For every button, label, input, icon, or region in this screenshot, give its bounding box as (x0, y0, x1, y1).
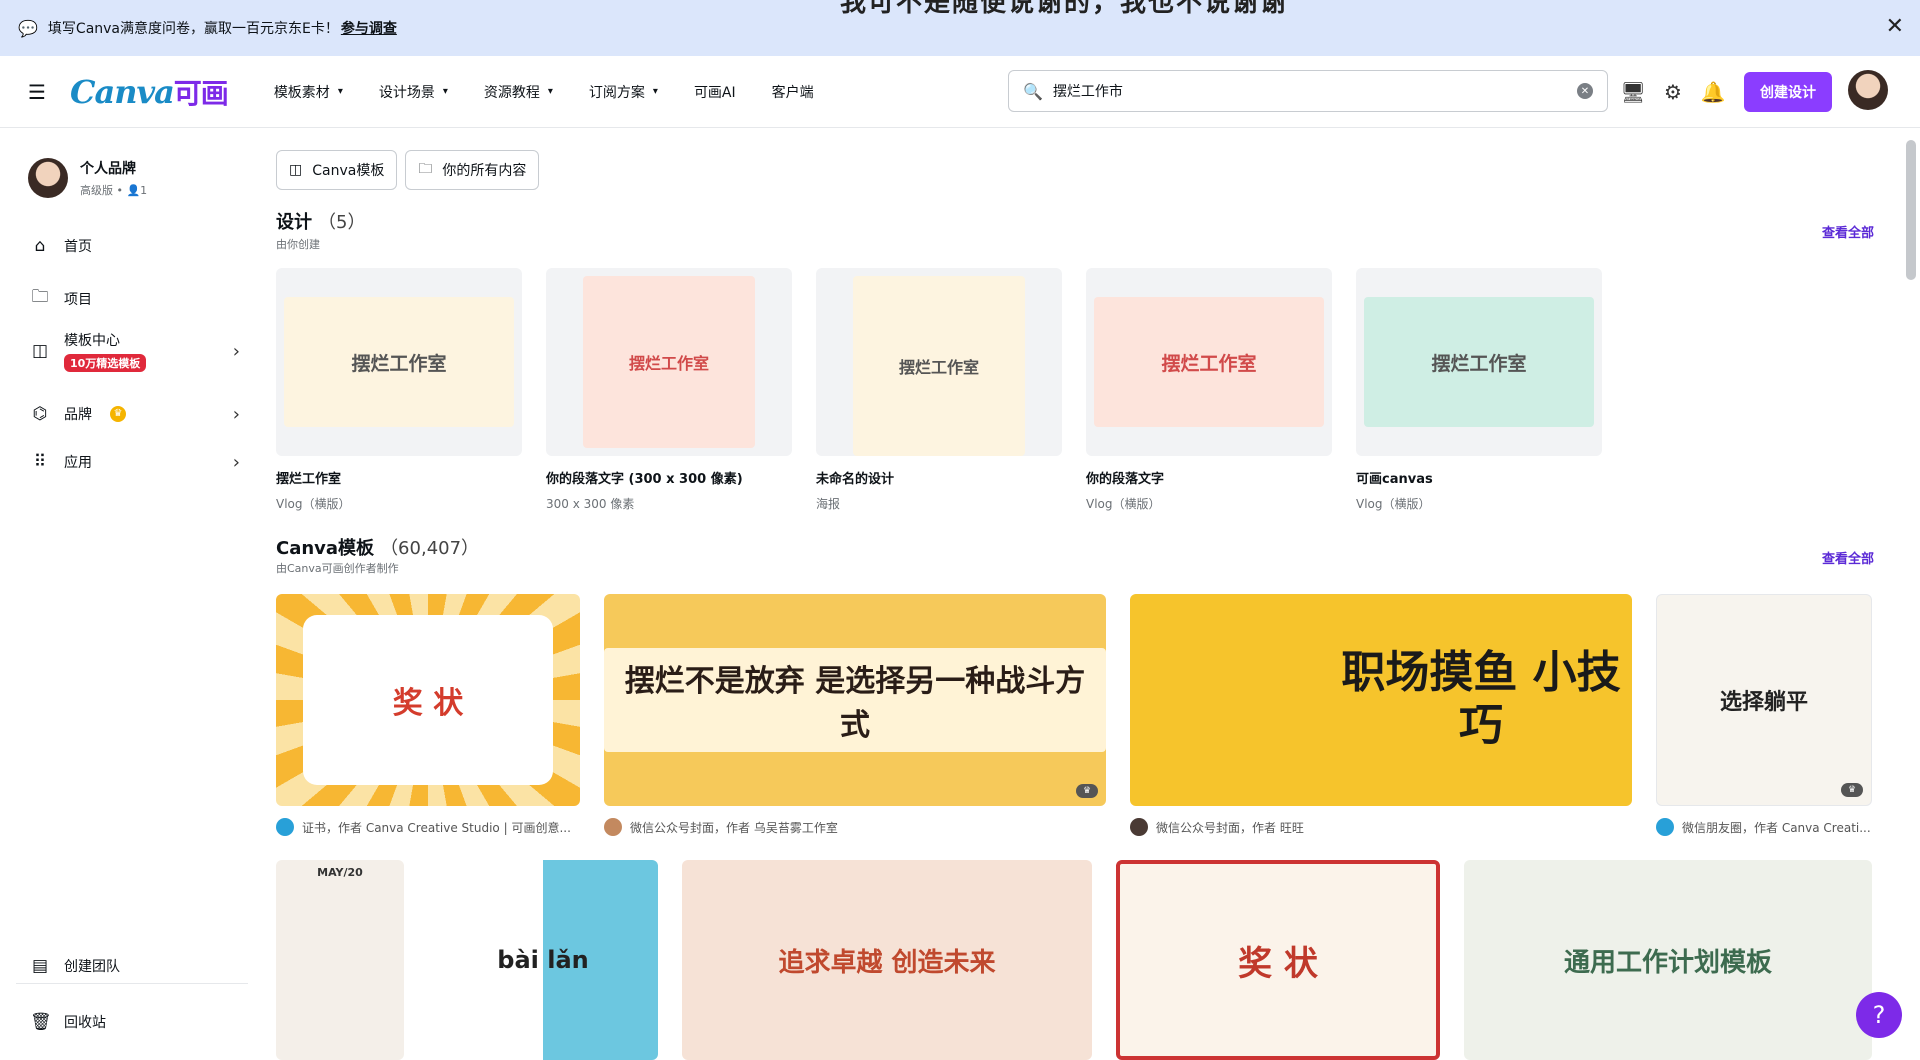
design-thumbnail: 摆烂工作室 (546, 268, 792, 456)
scrollbar[interactable] (1906, 140, 1916, 280)
filter-canva-templates[interactable]: ◫ Canva模板 (276, 150, 398, 190)
sidebar-divider (16, 983, 248, 984)
chevron-right-icon: › (232, 340, 240, 362)
sidebar-item-home[interactable]: ⌂ 首页 (30, 236, 240, 256)
sidebar-item-trash[interactable]: 🗑 回收站 (30, 1012, 240, 1032)
chevron-right-icon: › (232, 403, 240, 425)
template-thumbnail: 奖 状 (276, 594, 580, 806)
folder-icon: 🗀 (31, 287, 49, 307)
crown-icon: ♛ (110, 406, 126, 422)
help-button[interactable]: ? (1856, 992, 1902, 1038)
team-icon: ▤ (31, 956, 49, 976)
design-card[interactable]: 摆烂工作室 未命名的设计 海报 (816, 268, 1062, 512)
avatar (28, 158, 68, 198)
design-thumbnail: 摆烂工作室 (1086, 268, 1332, 456)
sidebar-item-brand[interactable]: ⌬ 品牌 ♛ › (30, 403, 240, 425)
desktop-icon[interactable]: 🖥 (1620, 72, 1645, 112)
template-thumbnail: 职场摸鱼 小技巧 (1130, 594, 1632, 806)
creator-avatar (276, 818, 294, 836)
templates-view-all-link[interactable]: 查看全部 (1822, 548, 1874, 567)
templates-subtitle: 由Canva可画创作者制作 (276, 562, 399, 575)
main-content: ◫ Canva模板 🗀 你的所有内容 设计 （5） 由你创建 查看全部 摆烂工作室 摆… (276, 128, 1900, 1060)
menu-icon[interactable]: ☰ (28, 80, 48, 104)
creator-avatar (1130, 818, 1148, 836)
crown-icon: ♛ (1841, 783, 1863, 797)
folder-icon: 🗀 (418, 161, 433, 177)
template-card[interactable]: 追求卓越 创造未来 (682, 860, 1092, 1060)
designs-section-title: 设计 （5） (276, 212, 366, 233)
sidebar-item-template-center[interactable]: ◫ 模板中心 10万精选模板 › (30, 330, 240, 372)
design-card[interactable]: 摆烂工作室 可画canvas Vlog（横版） (1356, 268, 1602, 512)
apps-icon: ⠿ (33, 452, 47, 472)
template-card[interactable]: 奖 状 (1116, 860, 1440, 1060)
close-icon[interactable]: ✕ (1886, 14, 1904, 39)
design-card[interactable]: 摆烂工作室 你的段落文字 Vlog（横版） (1086, 268, 1332, 512)
gear-icon[interactable]: ⚙ (1662, 72, 1684, 112)
design-card[interactable]: 摆烂工作室 摆烂工作室 Vlog（横版） (276, 268, 522, 512)
design-thumbnail: 摆烂工作室 (1356, 268, 1602, 456)
template-thumbnail: 选择躺平 ♛ (1656, 594, 1872, 806)
nav-ai[interactable]: 可画AI (676, 72, 754, 112)
home-icon: ⌂ (34, 236, 46, 256)
banner-overlay-text: 我可不是随便说谢的，我也不说谢谢 (840, 0, 1289, 18)
banner-message: 填写Canva满意度问卷，赢取一百元京东E卡！ (47, 21, 339, 37)
chevron-down-icon: ▾ (442, 86, 448, 97)
clear-search-icon[interactable]: ✕ (1577, 83, 1593, 99)
top-navigation: ☰ Canva可画 模板素材 ▾ 设计场景 ▾ 资源教程 ▾ 订阅方案 ▾ 可画AI 客… (0, 56, 1920, 128)
survey-link[interactable]: 参与调查 (341, 18, 397, 38)
brand-plan: 高级版 • 👤1 (80, 184, 148, 197)
search-icon: 🔍 (1023, 81, 1043, 101)
sidebar-item-create-team[interactable]: ▤ 创建团队 (30, 956, 240, 976)
sidebar-item-projects[interactable]: 🗀 项目 (30, 284, 240, 313)
sidebar: 个人品牌 高级版 • 👤1 ⌂ 首页 🗀 项目 ◫ 模板中心 10万精选模板 › ⌬ 品… (0, 128, 260, 1057)
designs-subtitle: 由你创建 (276, 238, 320, 251)
chevron-right-icon: › (232, 451, 240, 473)
chevron-down-icon: ▾ (337, 86, 343, 97)
nav-resources[interactable]: 资源教程 ▾ (466, 72, 571, 112)
template-badge: 10万精选模板 (64, 354, 147, 372)
designs-view-all-link[interactable]: 查看全部 (1822, 222, 1874, 241)
chevron-down-icon: ▾ (547, 86, 553, 97)
brand-switcher[interactable]: 个人品牌 高级版 • 👤1 (28, 158, 147, 198)
nav-client[interactable]: 客户端 (754, 72, 832, 112)
nav-plans[interactable]: 订阅方案 ▾ (571, 72, 676, 112)
template-card[interactable]: bài lǎn (428, 860, 658, 1060)
brand-icon: ⌬ (32, 404, 48, 424)
nav-templates[interactable]: 模板素材 ▾ (256, 72, 361, 112)
nav-design-scenes[interactable]: 设计场景 ▾ (361, 72, 466, 112)
canva-logo[interactable]: Canva可画 (70, 72, 229, 112)
design-thumbnail: 摆烂工作室 (276, 268, 522, 456)
creator-avatar (1656, 818, 1674, 836)
template-icon: ◫ (31, 341, 49, 361)
sidebar-item-apps[interactable]: ⠿ 应用 › (30, 451, 240, 473)
template-card[interactable]: MAY/20 (276, 860, 404, 1060)
chat-bubble-icon: 💬 (18, 18, 38, 38)
crown-icon: ♛ (1076, 784, 1098, 798)
search-input[interactable]: 🔍 摆烂工作市 ✕ (1008, 70, 1608, 112)
template-card[interactable]: 职场摸鱼 小技巧 微信公众号封面，作者 旺旺 (1130, 594, 1632, 836)
template-card[interactable]: 通用工作计划模板 (1464, 860, 1872, 1060)
brand-name: 个人品牌 (80, 161, 136, 177)
create-design-button[interactable]: 创建设计 (1744, 72, 1832, 112)
bell-icon[interactable]: 🔔 (1701, 72, 1726, 112)
templates-section-title: Canva模板 （60,407） (276, 538, 480, 559)
trash-icon: 🗑 (30, 1012, 52, 1032)
chevron-down-icon: ▾ (652, 86, 658, 97)
design-card[interactable]: 摆烂工作室 你的段落文字 (300 x 300 像素) 300 x 300 像素 (546, 268, 792, 512)
template-card[interactable]: 奖 状 证书，作者 Canva Creative Studio | 可画创意..… (276, 594, 580, 836)
design-thumbnail: 摆烂工作室 (816, 268, 1062, 456)
template-card[interactable]: 选择躺平 ♛ 微信朋友圈，作者 Canva Creati... (1656, 594, 1872, 836)
filter-all-content[interactable]: 🗀 你的所有内容 (405, 150, 540, 190)
template-card[interactable]: 摆烂不是放弃 是选择另一种战斗方式 ♛ 微信公众号封面，作者 乌吴苔雾工作室 (604, 594, 1106, 836)
template-icon: ◫ (289, 162, 303, 178)
user-avatar[interactable] (1848, 70, 1888, 110)
creator-avatar (604, 818, 622, 836)
search-value: 摆烂工作市 (1052, 84, 1123, 100)
survey-banner: 💬 填写Canva满意度问卷，赢取一百元京东E卡！ 参与调查 我可不是随便说谢的… (0, 0, 1920, 56)
template-thumbnail: 摆烂不是放弃 是选择另一种战斗方式 ♛ (604, 594, 1106, 806)
